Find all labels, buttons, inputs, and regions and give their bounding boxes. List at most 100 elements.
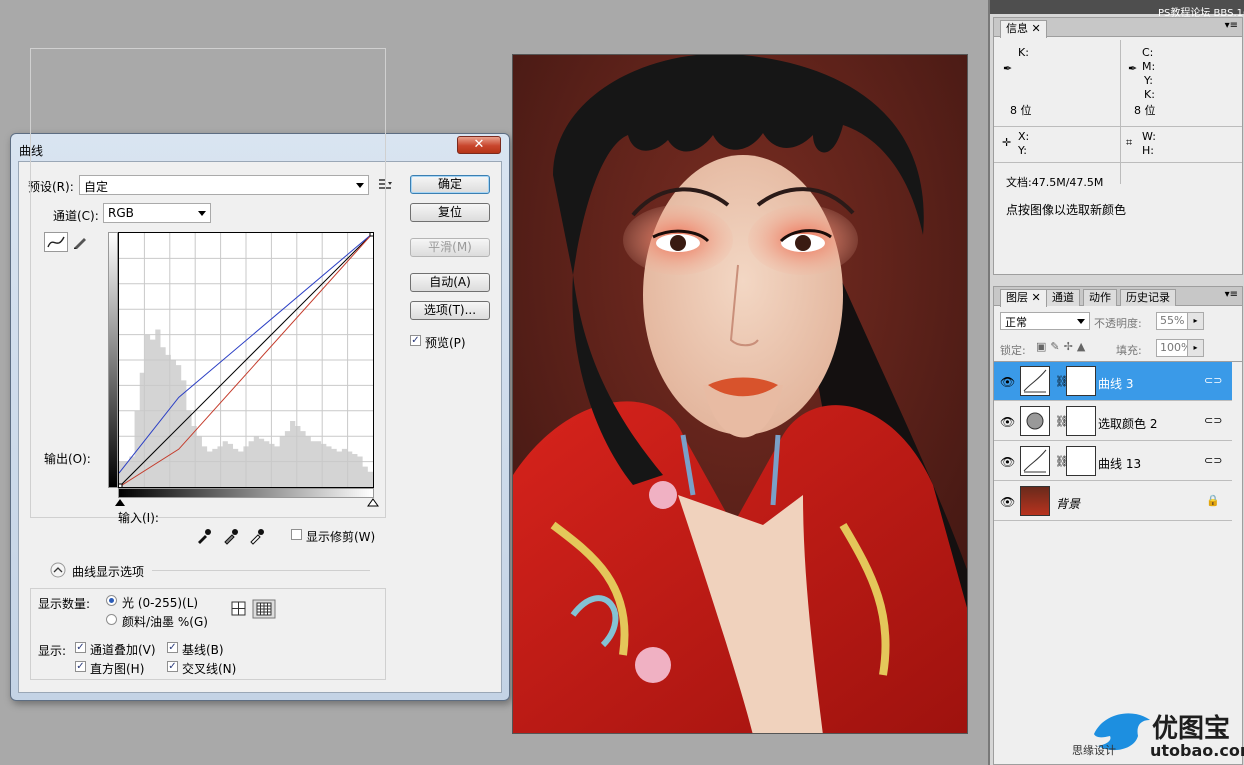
lock-label: 锁定: — [1000, 344, 1026, 357]
info-w: W: — [1142, 130, 1156, 143]
baseline-checkbox[interactable]: ✓ — [167, 642, 178, 653]
tab-history[interactable]: 历史记录 — [1120, 289, 1176, 306]
tab-channels[interactable]: 通道 — [1046, 289, 1080, 306]
channel-value: RGB — [108, 206, 134, 220]
layer-name: 曲线 3 — [1098, 377, 1134, 391]
show-clipping-checkbox[interactable] — [291, 529, 302, 540]
light-radio[interactable] — [106, 595, 117, 606]
blend-mode-select[interactable]: 正常 — [1000, 312, 1090, 330]
document-canvas[interactable] — [512, 54, 968, 734]
info-panel: 信息 ✕ ▾≡ K: ✒ 8 位 ✒ C: M: Y: K: 8 位 ✛ X: … — [993, 17, 1243, 275]
curves-adjustment-icon — [1020, 366, 1050, 396]
tab-info-label: 信息 — [1006, 22, 1028, 35]
opacity-label: 不透明度: — [1094, 317, 1142, 330]
curve-point-tool[interactable] — [44, 232, 68, 252]
eye-icon[interactable]: 👁 — [1000, 455, 1015, 469]
lock-icon: 🔒 — [1206, 494, 1220, 507]
selective-color-icon — [1020, 406, 1050, 436]
options-button[interactable]: 选项(T)... — [410, 301, 490, 320]
opacity-slider-button[interactable]: ▸ — [1187, 312, 1204, 330]
grid-simple-icon[interactable] — [231, 601, 247, 617]
black-eyedropper-icon[interactable] — [194, 527, 212, 545]
curve-control-point[interactable] — [115, 483, 123, 491]
fill-label: 填充: — [1116, 344, 1142, 357]
curve-control-point[interactable] — [369, 229, 377, 237]
right-panel-dock: PS教程论坛 BBS.16XX8.COM 信息 ✕ ▾≡ K: ✒ 8 位 ✒ … — [988, 0, 1244, 765]
crosshair-icon: ✛ — [1002, 136, 1012, 149]
tab-actions[interactable]: 动作 — [1083, 289, 1117, 306]
layer-row[interactable]: 👁 ⛓ 曲线 3 ⊂⊃ — [994, 362, 1232, 401]
channel-label: 通道(C): — [50, 207, 102, 224]
layer-name: 选取颜色 2 — [1098, 417, 1158, 431]
eyedropper-icon: ✒ — [1003, 62, 1013, 75]
channel-overlay-checkbox[interactable]: ✓ — [75, 642, 86, 653]
curves-chart[interactable] — [115, 229, 377, 491]
histogram-checkbox[interactable]: ✓ — [75, 661, 86, 672]
ok-button[interactable]: 确定 — [410, 175, 490, 194]
gray-eyedropper-icon[interactable] — [221, 527, 239, 545]
info-hdivider — [994, 126, 1242, 127]
output-label: 输出(O): — [44, 452, 91, 466]
reset-button[interactable]: 复位 — [410, 203, 490, 222]
blend-mode-value: 正常 — [1005, 316, 1027, 329]
pencil-icon[interactable] — [72, 234, 88, 250]
pigment-radio[interactable] — [106, 614, 117, 625]
tab-layers[interactable]: 图层 ✕ — [1000, 289, 1047, 307]
smooth-button[interactable]: 平滑(M) — [410, 238, 490, 257]
layer-row[interactable]: 👁 背景 🔒 — [994, 482, 1232, 521]
tab-info[interactable]: 信息 ✕ — [1000, 20, 1047, 38]
input-gradient — [118, 488, 374, 498]
panel-menu-icon[interactable]: ▾≡ — [1225, 20, 1238, 31]
pigment-option-label: 颜料/油墨 %(G) — [122, 615, 208, 629]
layer-effects-icon: ⊂⊃ — [1204, 414, 1223, 427]
expand-toggle-icon[interactable] — [50, 562, 66, 578]
info-k-right: K: — [1144, 88, 1155, 101]
auto-button[interactable]: 自动(A) — [410, 273, 490, 292]
layer-mask-thumbnail[interactable] — [1066, 446, 1096, 476]
layers-panel: 图层 ✕ 通道 动作 历史记录 ▾≡ 正常 不透明度: 55% ▸ 锁定: ▣✎… — [993, 286, 1243, 765]
channel-select[interactable]: RGB — [103, 203, 211, 223]
show-clipping-label: 显示修剪(W) — [306, 530, 376, 544]
layer-row[interactable]: 👁 ⛓ 曲线 13 ⊂⊃ — [994, 442, 1232, 481]
chevron-down-icon — [1077, 319, 1085, 324]
lock-icons[interactable]: ▣✎✢▲ — [1036, 340, 1089, 353]
intersection-checkbox[interactable]: ✓ — [167, 661, 178, 672]
bit-depth-right: 8 位 — [1134, 104, 1156, 117]
opacity-value: 55% — [1160, 314, 1185, 327]
close-button[interactable]: ✕ — [457, 136, 501, 154]
info-yy: Y: — [1018, 144, 1027, 157]
white-eyedropper-icon[interactable] — [247, 527, 265, 545]
curves-adjustment-icon — [1020, 446, 1050, 476]
tab-layers-label: 图层 — [1006, 291, 1028, 304]
portrait-image — [513, 55, 967, 733]
baseline-label: 基线(B) — [182, 643, 224, 657]
curves-graph[interactable] — [115, 229, 377, 491]
eye-icon[interactable]: 👁 — [1000, 375, 1015, 389]
info-hdivider — [994, 162, 1242, 163]
panel-menu-icon[interactable]: ▾≡ — [1225, 289, 1238, 300]
preview-checkbox[interactable]: ✓ — [410, 335, 421, 346]
layer-effects-icon: ⊂⊃ — [1204, 454, 1223, 467]
bit-depth-left: 8 位 — [1010, 104, 1032, 117]
layer-mask-thumbnail[interactable] — [1066, 406, 1096, 436]
layers-tabbar: 图层 ✕ 通道 动作 历史记录 ▾≡ — [994, 287, 1242, 307]
layer-name: 背景 — [1056, 497, 1081, 511]
white-point-slider[interactable] — [367, 498, 379, 508]
eye-icon[interactable]: 👁 — [1000, 495, 1015, 509]
show-label: 显示: — [38, 644, 67, 658]
background-thumbnail — [1020, 486, 1050, 516]
layer-name: 曲线 13 — [1098, 457, 1142, 471]
grid-detailed-icon[interactable] — [252, 599, 276, 619]
light-option-label: 光 (0-255)(L) — [122, 596, 199, 610]
fill-slider-button[interactable]: ▸ — [1187, 339, 1204, 357]
layer-row[interactable]: 👁 ⛓ 选取颜色 2 ⊂⊃ — [994, 402, 1232, 441]
logo-url: utobao.com — [1150, 741, 1244, 760]
eye-icon[interactable]: 👁 — [1000, 415, 1015, 429]
black-point-slider[interactable] — [114, 498, 126, 508]
curve-icon — [47, 236, 65, 248]
info-y: Y: — [1144, 74, 1153, 87]
selection-size-icon: ⌗ — [1126, 136, 1133, 149]
layer-mask-thumbnail[interactable] — [1066, 366, 1096, 396]
channel-overlay-label: 通道叠加(V) — [90, 643, 156, 657]
preview-label: 预览(P) — [425, 336, 466, 350]
